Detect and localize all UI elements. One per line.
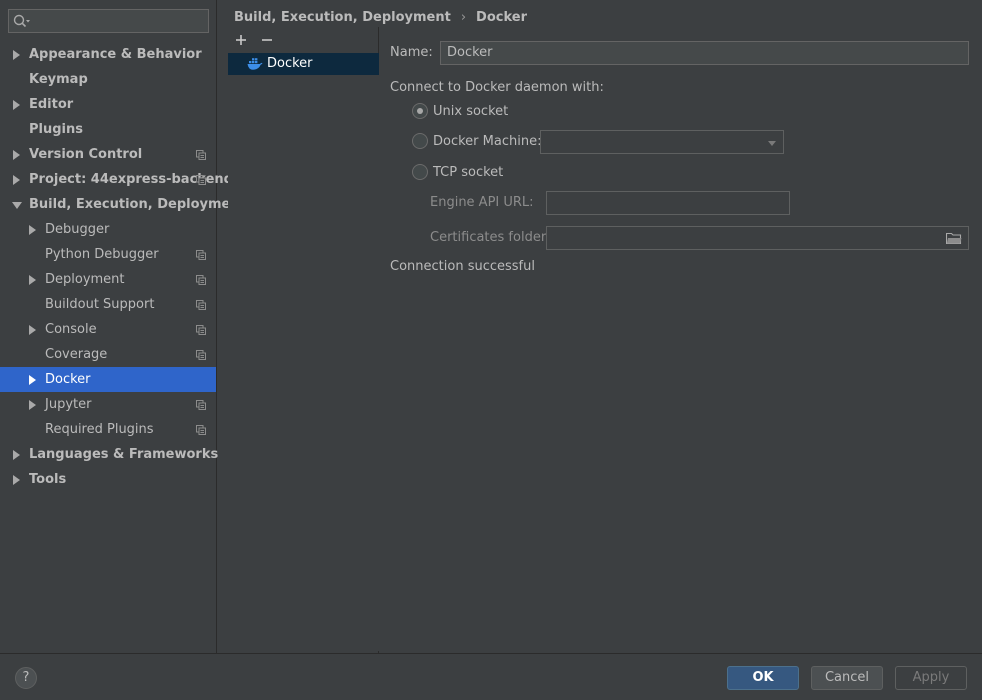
remove-server-button[interactable] — [257, 30, 277, 50]
tree-item-debugger[interactable]: Debugger — [0, 217, 216, 242]
tree-item-label: Required Plugins — [45, 422, 154, 437]
project-level-icon — [196, 350, 206, 360]
tree-item-label: Docker — [45, 372, 91, 387]
tcp-socket-label[interactable]: TCP socket — [433, 165, 503, 180]
tree-item-label: Build, Execution, Deployment — [29, 197, 246, 212]
settings-search-box[interactable] — [8, 9, 209, 33]
project-level-icon — [196, 175, 206, 185]
tree-item-label: Version Control — [29, 147, 143, 162]
project-level-icon — [196, 400, 206, 410]
tree-item-label: Console — [45, 322, 97, 337]
tree-item-label: Languages & Frameworks — [29, 447, 219, 462]
tree-item-languages-frameworks[interactable]: Languages & Frameworks — [0, 442, 219, 467]
chevron-right-icon[interactable] — [29, 375, 36, 385]
project-level-icon — [196, 325, 206, 335]
certificates-folder-field[interactable] — [546, 226, 969, 250]
tree-item-appearance-behavior[interactable]: Appearance & Behavior — [0, 42, 216, 67]
certificates-label: Certificates folder: — [430, 230, 551, 245]
chevron-right-icon[interactable] — [13, 100, 20, 110]
chevron-right-icon[interactable] — [13, 475, 20, 485]
name-field[interactable]: Docker — [440, 41, 969, 65]
help-button[interactable]: ? — [15, 667, 37, 689]
list-item-label: Docker — [267, 56, 313, 71]
search-icon — [13, 14, 30, 28]
docker-icon — [247, 58, 263, 70]
engine-api-url-field[interactable] — [546, 191, 790, 215]
tree-item-keymap[interactable]: Keymap — [0, 67, 216, 92]
chevron-right-icon[interactable] — [13, 175, 20, 185]
tree-item-project-44express-backend[interactable]: Project: 44express-backend — [0, 167, 233, 192]
tree-item-required-plugins[interactable]: Required Plugins — [0, 417, 216, 442]
tree-item-deployment[interactable]: Deployment — [0, 267, 216, 292]
unix-socket-label[interactable]: Unix socket — [433, 104, 508, 119]
add-server-button[interactable] — [231, 30, 251, 50]
tree-item-version-control[interactable]: Version Control — [0, 142, 216, 167]
project-level-icon — [196, 250, 206, 260]
breadcrumb-current: Docker — [476, 9, 527, 25]
chevron-right-icon[interactable] — [13, 450, 20, 460]
servers-toolbar — [218, 30, 378, 50]
tree-item-docker[interactable]: Docker — [0, 367, 216, 392]
dialog-button-bar: ? OK Cancel Apply — [0, 653, 982, 700]
search-input[interactable] — [33, 14, 208, 28]
tree-item-tools[interactable]: Tools — [0, 467, 216, 492]
docker-servers-panel: Docker — [218, 27, 379, 653]
minus-icon — [262, 39, 272, 41]
folder-icon[interactable] — [946, 232, 962, 245]
list-item-docker[interactable]: Docker — [228, 53, 379, 75]
docker-servers-list: Docker — [228, 53, 379, 651]
tree-item-label: Plugins — [29, 122, 83, 137]
breadcrumb-parent[interactable]: Build, Execution, Deployment — [234, 10, 451, 25]
name-label: Name: — [390, 45, 433, 60]
settings-sidebar: Appearance & Behavior Keymap Editor Plugins… — [0, 0, 246, 653]
tree-item-label: Debugger — [45, 222, 110, 237]
tree-item-jupyter[interactable]: Jupyter — [0, 392, 216, 417]
plus-icon — [236, 35, 246, 45]
chevron-right-icon[interactable] — [13, 50, 20, 60]
apply-button[interactable]: Apply — [895, 666, 967, 690]
chevron-down-icon — [768, 141, 776, 146]
breadcrumb: Build, Execution, Deployment › Docker — [234, 8, 527, 26]
tree-item-label: Jupyter — [45, 397, 92, 412]
chevron-right-icon[interactable] — [29, 225, 36, 235]
docker-machine-radio[interactable] — [412, 133, 428, 149]
project-level-icon — [196, 300, 206, 310]
docker-settings-form: Name: Docker Connect to Docker daemon wi… — [390, 40, 970, 640]
engine-api-label: Engine API URL: — [430, 195, 534, 210]
tree-item-label: Appearance & Behavior — [29, 47, 202, 62]
chevron-right-icon[interactable] — [29, 325, 36, 335]
tree-item-label: Editor — [29, 97, 74, 112]
chevron-down-icon[interactable] — [12, 202, 22, 209]
tree-item-label: Buildout Support — [45, 297, 155, 312]
tree-item-label: Keymap — [29, 72, 88, 87]
chevron-right-icon[interactable] — [13, 150, 20, 160]
tree-item-label: Tools — [29, 472, 67, 487]
tree-item-label: Coverage — [45, 347, 108, 362]
tree-item-editor[interactable]: Editor — [0, 92, 216, 117]
tree-item-console[interactable]: Console — [0, 317, 216, 342]
connection-status: Connection successful — [390, 259, 535, 274]
unix-socket-radio[interactable] — [412, 103, 428, 119]
docker-machine-label[interactable]: Docker Machine: — [433, 134, 541, 149]
connect-label: Connect to Docker daemon with: — [390, 80, 604, 95]
chevron-right-icon[interactable] — [29, 400, 36, 410]
tree-item-plugins[interactable]: Plugins — [0, 117, 216, 142]
tree-item-coverage[interactable]: Coverage — [0, 342, 216, 367]
tree-item-label: Deployment — [45, 272, 125, 287]
cancel-button[interactable]: Cancel — [811, 666, 883, 690]
docker-machine-select[interactable] — [540, 130, 784, 154]
ok-button[interactable]: OK — [727, 666, 799, 690]
tree-item-build-execution-deployment[interactable]: Build, Execution, Deployment — [0, 192, 246, 217]
chevron-right-icon[interactable] — [29, 275, 36, 285]
project-level-icon — [196, 425, 206, 435]
breadcrumb-separator: › — [460, 9, 467, 25]
tree-item-buildout-support[interactable]: Buildout Support — [0, 292, 216, 317]
tree-item-label: Python Debugger — [45, 247, 159, 262]
project-level-icon — [196, 275, 206, 285]
settings-tree: Appearance & Behavior Keymap Editor Plugins… — [0, 42, 246, 492]
project-level-icon — [196, 150, 206, 160]
tcp-socket-radio[interactable] — [412, 164, 428, 180]
tree-item-python-debugger[interactable]: Python Debugger — [0, 242, 216, 267]
